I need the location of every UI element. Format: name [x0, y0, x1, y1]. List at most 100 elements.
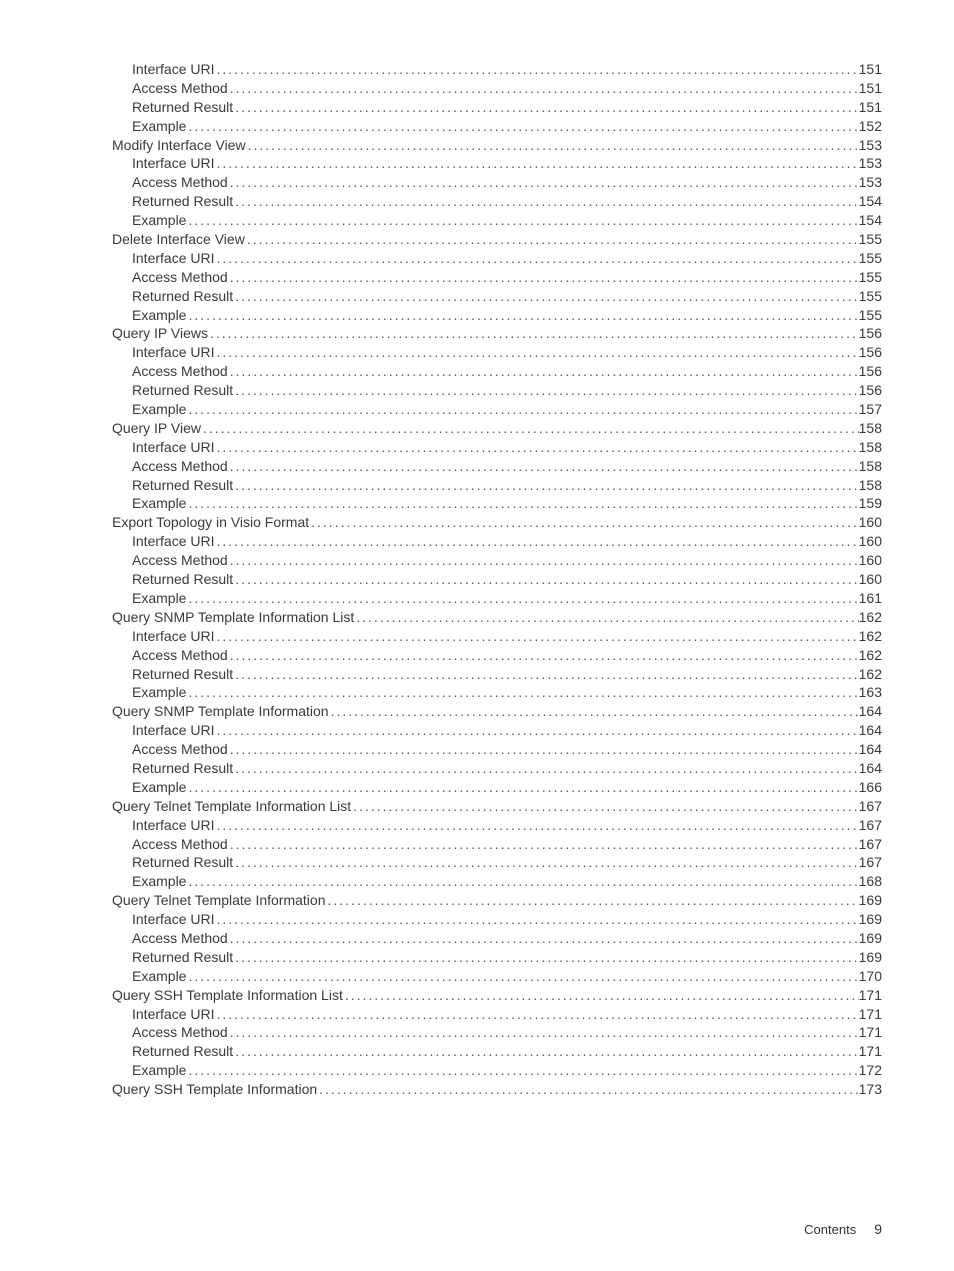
toc-entry[interactable]: Example.................................…: [72, 589, 882, 608]
toc-entry-title: Modify Interface View: [112, 136, 246, 155]
toc-entry-page: 164: [859, 759, 882, 778]
toc-entry[interactable]: Example.................................…: [72, 967, 882, 986]
toc-entry[interactable]: Interface URI...........................…: [72, 1005, 882, 1024]
toc-leader-dots: ........................................…: [214, 154, 858, 173]
toc-entry-page: 159: [859, 494, 882, 513]
toc-entry-title: Access Method: [132, 268, 228, 287]
toc-entry-page: 151: [859, 98, 882, 117]
toc-entry-page: 158: [859, 457, 882, 476]
toc-entry[interactable]: Interface URI...........................…: [72, 60, 882, 79]
toc-entry-title: Returned Result: [132, 665, 233, 684]
toc-leader-dots: ........................................…: [186, 589, 858, 608]
toc-entry[interactable]: Query SNMP Template Information.........…: [72, 702, 882, 721]
toc-leader-dots: ........................................…: [233, 1042, 858, 1061]
toc-entry[interactable]: Returned Result.........................…: [72, 287, 882, 306]
toc-entry-title: Interface URI: [132, 60, 214, 79]
toc-leader-dots: ........................................…: [245, 230, 859, 249]
toc-leader-dots: ........................................…: [233, 98, 858, 117]
toc-entry-page: 171: [859, 1023, 882, 1042]
toc-entry-title: Example: [132, 872, 186, 891]
toc-entry-title: Delete Interface View: [112, 230, 245, 249]
toc-entry[interactable]: Interface URI...........................…: [72, 249, 882, 268]
toc-entry-title: Example: [132, 589, 186, 608]
toc-entry[interactable]: Interface URI...........................…: [72, 343, 882, 362]
toc-entry[interactable]: Example.................................…: [72, 683, 882, 702]
toc-entry-page: 160: [859, 551, 882, 570]
toc-entry[interactable]: Example.................................…: [72, 872, 882, 891]
toc-entry-title: Query Telnet Template Information List: [112, 797, 351, 816]
toc-entry[interactable]: Interface URI...........................…: [72, 438, 882, 457]
toc-entry[interactable]: Example.................................…: [72, 211, 882, 230]
toc-leader-dots: ........................................…: [214, 1005, 858, 1024]
toc-entry[interactable]: Returned Result.........................…: [72, 1042, 882, 1061]
toc-entry[interactable]: Returned Result.........................…: [72, 570, 882, 589]
toc-entry[interactable]: Access Method...........................…: [72, 835, 882, 854]
toc-entry-page: 158: [859, 476, 882, 495]
toc-entry[interactable]: Interface URI...........................…: [72, 910, 882, 929]
toc-entry[interactable]: Example.................................…: [72, 778, 882, 797]
toc-entry[interactable]: Interface URI...........................…: [72, 154, 882, 173]
toc-entry-page: 162: [859, 627, 882, 646]
toc-entry[interactable]: Query Telnet Template Information.......…: [72, 891, 882, 910]
toc-entry[interactable]: Access Method...........................…: [72, 268, 882, 287]
toc-entry[interactable]: Query SSH Template Information..........…: [72, 1080, 882, 1099]
toc-leader-dots: ........................................…: [186, 400, 858, 419]
toc-entry[interactable]: Access Method...........................…: [72, 457, 882, 476]
toc-entry-title: Interface URI: [132, 910, 214, 929]
toc-leader-dots: ........................................…: [246, 136, 859, 155]
toc-entry[interactable]: Returned Result.........................…: [72, 759, 882, 778]
toc-entry-title: Access Method: [132, 173, 228, 192]
toc-leader-dots: ........................................…: [228, 835, 859, 854]
toc-entry-title: Interface URI: [132, 627, 214, 646]
toc-entry[interactable]: Returned Result.........................…: [72, 192, 882, 211]
toc-leader-dots: ........................................…: [186, 306, 858, 325]
toc-entry[interactable]: Returned Result.........................…: [72, 948, 882, 967]
toc-entry-page: 155: [859, 249, 882, 268]
toc-entry[interactable]: Access Method...........................…: [72, 79, 882, 98]
toc-leader-dots: ........................................…: [208, 324, 859, 343]
toc-entry[interactable]: Example.................................…: [72, 494, 882, 513]
toc-entry-page: 171: [859, 986, 882, 1005]
toc-entry-page: 162: [859, 608, 882, 627]
toc-entry[interactable]: Interface URI...........................…: [72, 627, 882, 646]
toc-entry[interactable]: Interface URI...........................…: [72, 721, 882, 740]
toc-entry-page: 155: [859, 306, 882, 325]
toc-entry-page: 162: [859, 665, 882, 684]
toc-entry[interactable]: Returned Result.........................…: [72, 476, 882, 495]
toc-entry[interactable]: Interface URI...........................…: [72, 532, 882, 551]
toc-entry[interactable]: Query IP Views..........................…: [72, 324, 882, 343]
toc-entry-title: Query SNMP Template Information List: [112, 608, 354, 627]
toc-entry[interactable]: Returned Result.........................…: [72, 665, 882, 684]
toc-entry[interactable]: Delete Interface View...................…: [72, 230, 882, 249]
toc-leader-dots: ........................................…: [228, 173, 859, 192]
toc-leader-dots: ........................................…: [186, 683, 858, 702]
toc-entry[interactable]: Access Method...........................…: [72, 929, 882, 948]
toc-entry[interactable]: Access Method...........................…: [72, 362, 882, 381]
toc-entry[interactable]: Query IP View...........................…: [72, 419, 882, 438]
toc-leader-dots: ........................................…: [228, 457, 859, 476]
toc-entry[interactable]: Example.................................…: [72, 306, 882, 325]
toc-entry[interactable]: Interface URI...........................…: [72, 816, 882, 835]
toc-entry-page: 170: [859, 967, 882, 986]
toc-entry[interactable]: Returned Result.........................…: [72, 98, 882, 117]
toc-entry[interactable]: Access Method...........................…: [72, 740, 882, 759]
toc-entry[interactable]: Example.................................…: [72, 117, 882, 136]
footer-page-number: 9: [874, 1221, 882, 1237]
toc-entry-title: Access Method: [132, 835, 228, 854]
toc-entry[interactable]: Export Topology in Visio Format.........…: [72, 513, 882, 532]
toc-entry[interactable]: Access Method...........................…: [72, 173, 882, 192]
toc-entry[interactable]: Modify Interface View...................…: [72, 136, 882, 155]
toc-leader-dots: ........................................…: [186, 494, 858, 513]
toc-entry[interactable]: Access Method...........................…: [72, 551, 882, 570]
toc-entry[interactable]: Returned Result.........................…: [72, 853, 882, 872]
toc-entry[interactable]: Returned Result.........................…: [72, 381, 882, 400]
toc-entry[interactable]: Example.................................…: [72, 1061, 882, 1080]
toc-entry[interactable]: Query Telnet Template Information List..…: [72, 797, 882, 816]
toc-entry-title: Interface URI: [132, 532, 214, 551]
toc-entry[interactable]: Query SSH Template Information List.....…: [72, 986, 882, 1005]
toc-entry[interactable]: Example.................................…: [72, 400, 882, 419]
toc-entry-title: Query IP Views: [112, 324, 208, 343]
toc-entry[interactable]: Access Method...........................…: [72, 1023, 882, 1042]
toc-entry[interactable]: Query SNMP Template Information List....…: [72, 608, 882, 627]
toc-entry[interactable]: Access Method...........................…: [72, 646, 882, 665]
